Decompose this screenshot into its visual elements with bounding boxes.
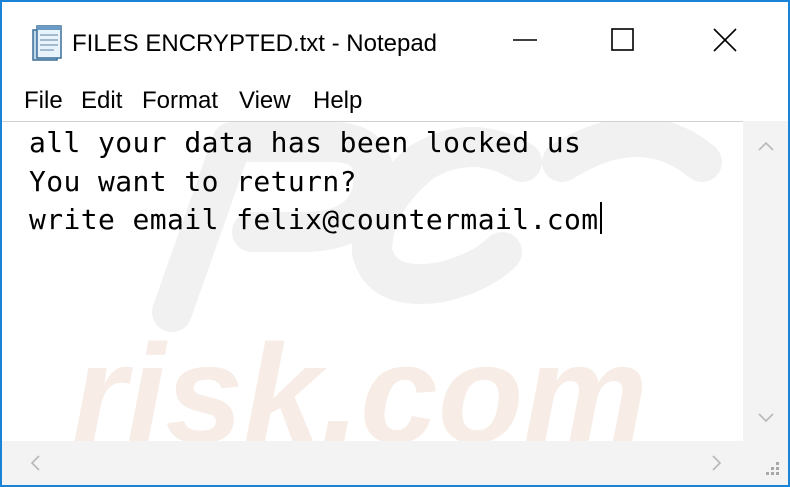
notepad-icon[interactable] [30,24,62,64]
window-title: FILES ENCRYPTED.txt - Notepad [72,30,438,57]
text-line-1: all your data has been locked us [29,126,582,159]
close-icon [712,27,738,58]
minimize-icon [512,27,538,58]
menu-bar: File Edit Format View Help [2,88,788,118]
watermark-site-text: risk.com [72,315,648,442]
resize-grip-icon[interactable] [761,459,781,479]
menu-file[interactable]: File [24,88,63,118]
menu-edit[interactable]: Edit [81,88,122,118]
chevron-up-icon[interactable] [753,135,779,157]
menu-format[interactable]: Format [142,88,218,118]
text-caret [599,202,602,234]
text-line-2: You want to return? [29,165,357,198]
chevron-right-icon[interactable] [706,452,728,474]
maximize-button[interactable] [597,16,649,68]
vertical-scrollbar[interactable] [743,121,788,441]
text-line-3-content: write email felix@countermail.com [29,203,599,236]
chevron-down-icon[interactable] [753,407,779,429]
menu-help[interactable]: Help [313,88,362,118]
close-button[interactable] [699,16,751,68]
horizontal-scrollbar[interactable] [2,441,743,485]
title-bar[interactable]: FILES ENCRYPTED.txt - Notepad [2,2,788,88]
minimize-button[interactable] [499,16,551,68]
maximize-icon [610,27,636,58]
text-line-3: write email felix@countermail.com [29,202,602,236]
text-editor[interactable]: risk.com all your data has been locked u… [2,121,743,442]
notepad-window: FILES ENCRYPTED.txt - Notepad File Edit … [0,0,790,487]
chevron-left-icon[interactable] [24,452,46,474]
menu-view[interactable]: View [239,88,291,118]
editor-area: risk.com all your data has been locked u… [2,118,788,485]
scroll-corner [743,441,788,485]
